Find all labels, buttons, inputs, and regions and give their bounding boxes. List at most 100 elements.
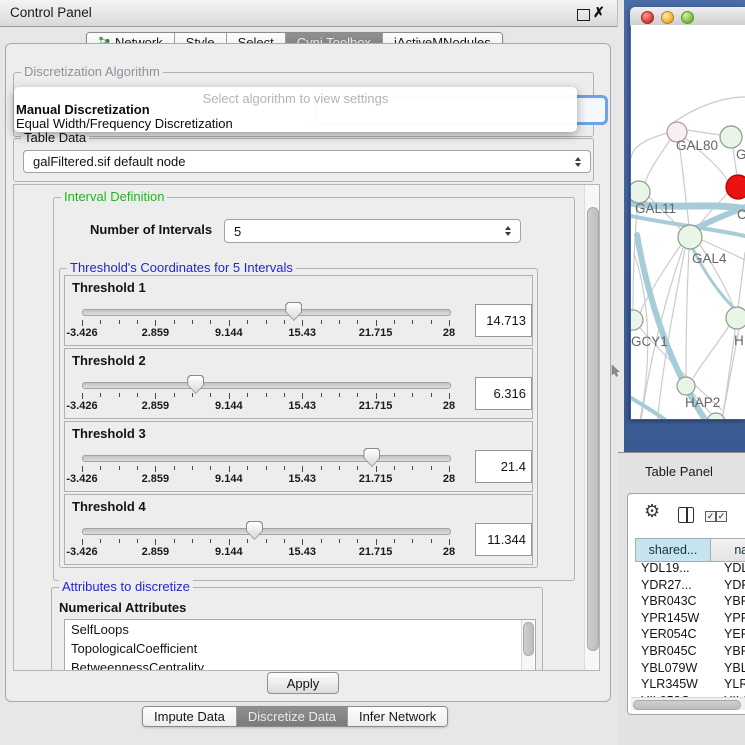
column-header-shared[interactable]: shared... <box>635 538 710 562</box>
network-canvas[interactable]: GAL80GACGAL11GAL4GCY1HHAP2 <box>631 25 745 419</box>
algorithm-option-equal-width-frequency-discretization[interactable]: Equal Width/Frequency Discretization <box>16 117 233 131</box>
slider-tick <box>100 466 101 470</box>
slider-tick <box>137 539 138 543</box>
slider-track[interactable] <box>82 309 451 316</box>
slider-tick <box>302 320 303 326</box>
table-cell: YLR345W <box>711 676 745 693</box>
slider-track[interactable] <box>82 455 451 462</box>
slider-tick <box>394 393 395 397</box>
slider-handle[interactable] <box>285 302 302 321</box>
slider-handle[interactable] <box>187 375 204 394</box>
tab-label: Infer Network <box>359 709 436 724</box>
network-node-gcy1[interactable] <box>631 310 643 330</box>
network-node[interactable] <box>707 413 725 419</box>
slider-tick-label: -3.426 <box>52 400 112 412</box>
zoom-traffic-light-icon[interactable] <box>681 11 694 24</box>
slider-tick <box>284 539 285 543</box>
combo-spinner-icon <box>505 226 511 236</box>
slider-tick <box>412 466 413 470</box>
number-of-intervals-combo[interactable]: 5 <box>224 219 521 243</box>
attributes-scrollbar[interactable] <box>521 620 534 671</box>
algorithm-group-title: Discretization Algorithm <box>21 64 163 79</box>
numerical-attributes-label: Numerical Attributes <box>59 600 186 615</box>
attributes-scrollbar-thumb[interactable] <box>523 622 534 656</box>
table-panel-section: Table Panel ⚙ ✓ ✓ shared...name YDL19...… <box>618 452 745 745</box>
attribute-item-topologicalcoefficient[interactable]: TopologicalCoefficient <box>65 639 535 658</box>
gear-icon[interactable]: ⚙ <box>644 501 660 522</box>
table-row[interactable]: YBR043CYBR043C <box>635 593 745 610</box>
node-label: HAP2 <box>685 395 720 410</box>
table-row[interactable]: YBR045CYBR045C <box>635 643 745 660</box>
attribute-item-selfloops[interactable]: SelfLoops <box>65 620 535 639</box>
table-data-combo[interactable]: galFiltered.sif default node <box>23 150 591 173</box>
close-icon[interactable]: ✗ <box>593 4 605 21</box>
slider-tick <box>431 539 432 543</box>
table-row[interactable]: YLR345WYLR345W <box>635 676 745 693</box>
tab-discretize-data[interactable]: Discretize Data <box>237 707 348 726</box>
table-cell: YLR345W <box>635 676 711 693</box>
table-cell: YBL079W <box>711 660 745 677</box>
slider-tick <box>174 539 175 543</box>
combo-spinner-icon <box>575 157 581 167</box>
slider-tick-label: 9.144 <box>199 473 259 485</box>
mouse-cursor <box>611 365 621 378</box>
slider-tick <box>100 320 101 324</box>
slider-tick <box>449 466 450 472</box>
threshold-value-input[interactable]: 6.316 <box>475 377 532 410</box>
table-row[interactable]: YDR27...YDR27... <box>635 577 745 594</box>
network-window: GAL80GACGAL11GAL4GCY1HHAP2 <box>630 7 745 420</box>
table-panel-title: Table Panel <box>645 464 713 479</box>
network-node-gal11[interactable] <box>631 181 650 203</box>
network-node-h[interactable] <box>726 307 745 329</box>
network-node-hap2[interactable] <box>677 377 695 395</box>
minimize-traffic-light-icon[interactable] <box>661 11 674 24</box>
slider-tick <box>357 539 358 543</box>
slider-tick-label: 21.715 <box>346 327 406 339</box>
table-row[interactable]: YPR145WYPR145W <box>635 610 745 627</box>
pane-scrollbar[interactable] <box>584 185 600 670</box>
slider-track[interactable] <box>82 382 451 389</box>
table-row[interactable]: YER054CYER054C <box>635 626 745 643</box>
table-row[interactable]: YDL19...YDL19... <box>635 560 745 577</box>
threshold-value-input[interactable]: 21.4 <box>475 450 532 483</box>
slider-tick-label: 2.859 <box>125 546 185 558</box>
float-window-icon[interactable] <box>577 9 590 21</box>
threshold-row: Threshold 3-3.4262.8599.14415.4321.71528… <box>64 421 533 492</box>
slider-tick <box>412 393 413 397</box>
network-node-gal4[interactable] <box>678 225 702 249</box>
attribute-item-betweennesscentrality[interactable]: BetweennessCentrality <box>65 658 535 671</box>
table-row[interactable]: YBL079WYBL079W <box>635 660 745 677</box>
checkbox-icon[interactable]: ✓ <box>716 511 727 522</box>
threshold-label: Threshold 4 <box>72 499 146 514</box>
tab-infer-network[interactable]: Infer Network <box>348 707 447 726</box>
column-header-name[interactable]: name <box>710 538 745 562</box>
algorithm-option-manual-discretization[interactable]: Manual Discretization <box>16 103 150 117</box>
slider-tick-label: 15.43 <box>272 546 332 558</box>
tab-label: Discretize Data <box>248 709 336 724</box>
table-horizontal-scrollbar[interactable] <box>631 697 745 710</box>
slider-tick-label: -3.426 <box>52 473 112 485</box>
threshold-row: Threshold 2-3.4262.8599.14415.4321.71528… <box>64 348 533 419</box>
tab-impute-data[interactable]: Impute Data <box>143 707 237 726</box>
network-node-c[interactable] <box>726 175 745 199</box>
slider-handle[interactable] <box>363 448 380 467</box>
checkbox-icon[interactable]: ✓ <box>705 511 716 522</box>
threshold-value-input[interactable]: 11.344 <box>475 523 532 556</box>
pane-scrollbar-thumb[interactable] <box>587 207 599 651</box>
table-hscrollbar-thumb[interactable] <box>633 700 741 710</box>
slider-tick <box>155 320 156 326</box>
close-traffic-light-icon[interactable] <box>641 11 654 24</box>
slider-tick <box>247 320 248 324</box>
attributes-list[interactable]: SelfLoopsTopologicalCoefficientBetweenne… <box>64 619 536 671</box>
table-header-row: shared...name <box>635 538 745 560</box>
network-node-ga[interactable] <box>720 126 742 148</box>
slider-handle[interactable] <box>246 521 263 540</box>
apply-button[interactable]: Apply <box>267 672 339 694</box>
column-layout-icon[interactable] <box>678 507 694 523</box>
slider-track[interactable] <box>82 528 451 535</box>
slider-tick-label: 28 <box>419 327 479 339</box>
network-window-titlebar[interactable] <box>630 7 745 26</box>
threshold-value-input[interactable]: 14.713 <box>475 304 532 337</box>
table-body: YDL19...YDL19...YDR27...YDR27...YBR043CY… <box>635 560 745 697</box>
thresholds-group: Threshold's Coordinates for 5 Intervals … <box>59 268 538 568</box>
